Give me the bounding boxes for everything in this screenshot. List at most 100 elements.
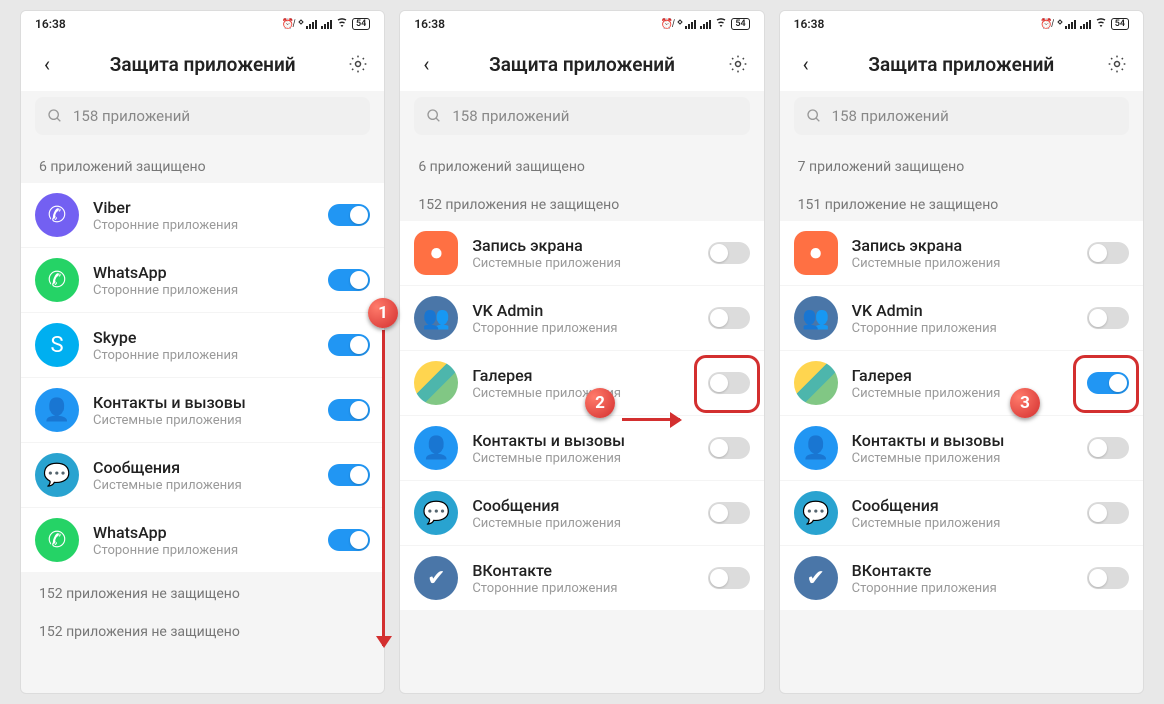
settings-button[interactable] bbox=[346, 52, 370, 76]
app-category-label: Системные приложения bbox=[852, 386, 1073, 401]
app-icon: ✔ bbox=[414, 556, 458, 600]
app-icon: 💬 bbox=[414, 491, 458, 535]
app-toggle[interactable] bbox=[1087, 372, 1129, 394]
phone-screen-3: 16:38 ⏰̸ 54 ‹ Защита приложений 158 прил… bbox=[779, 10, 1144, 694]
status-bar: 16:38 ⏰̸ 54 bbox=[780, 11, 1143, 37]
search-icon bbox=[806, 108, 822, 124]
app-toggle[interactable] bbox=[1087, 242, 1129, 264]
app-category-label: Системные приложения bbox=[852, 516, 1073, 531]
protected-section-label: 7 приложений защищено bbox=[780, 145, 1143, 183]
page-title: Защита приложений bbox=[826, 53, 1097, 76]
app-row[interactable]: Галерея Системные приложения bbox=[400, 351, 763, 416]
app-name-label: Сообщения bbox=[852, 496, 1073, 516]
back-button[interactable]: ‹ bbox=[414, 52, 438, 76]
app-name-label: Сообщения bbox=[472, 496, 693, 516]
battery-label: 54 bbox=[731, 18, 749, 30]
app-icon: 👤 bbox=[414, 426, 458, 470]
app-toggle[interactable] bbox=[1087, 307, 1129, 329]
app-row[interactable]: ⏺ Запись экрана Системные приложения bbox=[400, 221, 763, 286]
page-title: Защита приложений bbox=[67, 53, 338, 76]
settings-button[interactable] bbox=[1105, 52, 1129, 76]
app-icon: ✆ bbox=[35, 193, 79, 237]
app-row[interactable]: ✆ WhatsApp Сторонние приложения bbox=[21, 508, 384, 572]
app-row[interactable]: ✆ WhatsApp Сторонние приложения bbox=[21, 248, 384, 313]
app-toggle[interactable] bbox=[1087, 437, 1129, 459]
app-row[interactable]: ✆ Viber Сторонние приложения bbox=[21, 183, 384, 248]
app-row[interactable]: ✔ ВКонтакте Сторонние приложения bbox=[400, 546, 763, 610]
app-toggle[interactable] bbox=[708, 372, 750, 394]
app-icon: ✔ bbox=[794, 556, 838, 600]
app-toggle[interactable] bbox=[328, 204, 370, 226]
app-row[interactable]: 👤 Контакты и вызовы Системные приложения bbox=[21, 378, 384, 443]
status-time: 16:38 bbox=[414, 17, 445, 31]
app-toggle[interactable] bbox=[708, 307, 750, 329]
app-row[interactable]: Галерея Системные приложения bbox=[780, 351, 1143, 416]
status-bar: 16:38 ⏰̸ 54 bbox=[400, 11, 763, 37]
page-title: Защита приложений bbox=[446, 53, 717, 76]
alarm-off-icon: ⏰̸ bbox=[1040, 19, 1052, 30]
app-name-label: Skype bbox=[93, 328, 314, 348]
app-row[interactable]: 💬 Сообщения Системные приложения bbox=[400, 481, 763, 546]
app-icon: 👥 bbox=[414, 296, 458, 340]
app-icon: ⏺ bbox=[794, 231, 838, 275]
app-category-label: Сторонние приложения bbox=[93, 218, 314, 233]
app-row[interactable]: ✔ ВКонтакте Сторонние приложения bbox=[780, 546, 1143, 610]
app-row[interactable]: 👥 VK Admin Сторонние приложения bbox=[400, 286, 763, 351]
app-toggle[interactable] bbox=[328, 269, 370, 291]
app-row[interactable]: 💬 Сообщения Системные приложения bbox=[21, 443, 384, 508]
search-placeholder: 158 приложений bbox=[452, 107, 569, 125]
app-icon bbox=[794, 361, 838, 405]
app-name-label: WhatsApp bbox=[93, 523, 314, 543]
search-placeholder: 158 приложений bbox=[73, 107, 190, 125]
search-icon bbox=[47, 108, 63, 124]
app-list-unprotected: ⏺ Запись экрана Системные приложения 👥 V… bbox=[780, 221, 1143, 610]
signal-icon bbox=[298, 18, 348, 30]
app-row[interactable]: 👤 Контакты и вызовы Системные приложения bbox=[400, 416, 763, 481]
unprotected-section-label: 152 приложения не защищено bbox=[400, 183, 763, 221]
settings-button[interactable] bbox=[726, 52, 750, 76]
app-toggle[interactable] bbox=[1087, 502, 1129, 524]
phone-screen-1: 16:38 ⏰̸ 54 ‹ Защита приложений 158 прил… bbox=[20, 10, 385, 694]
app-icon bbox=[414, 361, 458, 405]
app-toggle[interactable] bbox=[708, 567, 750, 589]
app-icon: 👤 bbox=[794, 426, 838, 470]
app-row[interactable]: 💬 Сообщения Системные приложения bbox=[780, 481, 1143, 546]
app-toggle[interactable] bbox=[328, 334, 370, 356]
app-list-unprotected: ⏺ Запись экрана Системные приложения 👥 V… bbox=[400, 221, 763, 610]
search-input[interactable]: 158 приложений bbox=[35, 97, 370, 135]
app-row[interactable]: S Skype Сторонние приложения bbox=[21, 313, 384, 378]
app-toggle[interactable] bbox=[328, 529, 370, 551]
app-name-label: Сообщения bbox=[93, 458, 314, 478]
app-category-label: Сторонние приложения bbox=[852, 321, 1073, 336]
app-row[interactable]: 👥 VK Admin Сторонние приложения bbox=[780, 286, 1143, 351]
app-category-label: Системные приложения bbox=[472, 386, 693, 401]
search-input[interactable]: 158 приложений bbox=[414, 97, 749, 135]
app-row[interactable]: ⏺ Запись экрана Системные приложения bbox=[780, 221, 1143, 286]
app-toggle[interactable] bbox=[328, 464, 370, 486]
alarm-off-icon: ⏰̸ bbox=[282, 19, 294, 30]
back-button[interactable]: ‹ bbox=[35, 52, 59, 76]
app-category-label: Системные приложения bbox=[472, 256, 693, 271]
app-name-label: Галерея bbox=[852, 366, 1073, 386]
app-name-label: Запись экрана bbox=[852, 236, 1073, 256]
app-toggle[interactable] bbox=[708, 437, 750, 459]
app-list-protected: ✆ Viber Сторонние приложения ✆ WhatsApp … bbox=[21, 183, 384, 572]
app-toggle[interactable] bbox=[1087, 567, 1129, 589]
app-category-label: Системные приложения bbox=[472, 516, 693, 531]
app-row[interactable]: 👤 Контакты и вызовы Системные приложения bbox=[780, 416, 1143, 481]
app-name-label: VK Admin bbox=[472, 301, 693, 321]
app-toggle[interactable] bbox=[708, 502, 750, 524]
status-time: 16:38 bbox=[35, 17, 66, 31]
unprotected-section-label: 152 приложения не защищено bbox=[21, 610, 384, 648]
app-name-label: ВКонтакте bbox=[852, 561, 1073, 581]
back-button[interactable]: ‹ bbox=[794, 52, 818, 76]
app-toggle[interactable] bbox=[328, 399, 370, 421]
battery-label: 54 bbox=[352, 18, 370, 30]
app-name-label: Контакты и вызовы bbox=[93, 393, 314, 413]
app-name-label: Viber bbox=[93, 198, 314, 218]
phone-screen-2: 16:38 ⏰̸ 54 ‹ Защита приложений 158 прил… bbox=[399, 10, 764, 694]
app-toggle[interactable] bbox=[708, 242, 750, 264]
search-input[interactable]: 158 приложений bbox=[794, 97, 1129, 135]
status-bar: 16:38 ⏰̸ 54 bbox=[21, 11, 384, 37]
app-icon: 👤 bbox=[35, 388, 79, 432]
